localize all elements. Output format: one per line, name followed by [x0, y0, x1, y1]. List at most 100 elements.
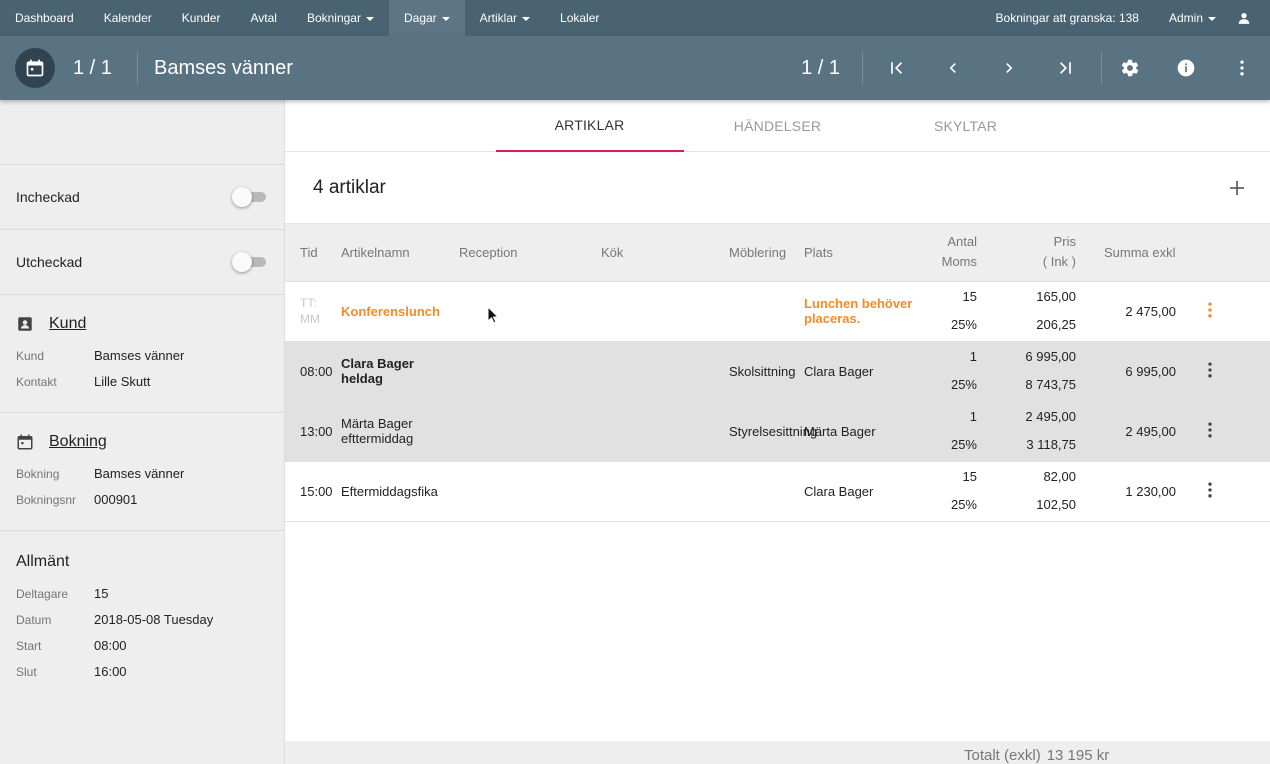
admin-menu[interactable]: Admin [1154, 0, 1231, 36]
nav-item-kalender[interactable]: Kalender [89, 0, 167, 36]
cell-reception [459, 281, 601, 341]
field-value: 2018-05-08 Tuesday [94, 612, 214, 627]
start-row: Start 08:00 [0, 633, 284, 659]
cell-moblering [729, 461, 804, 521]
col-plats: Plats [804, 244, 833, 260]
row-location: Clara Bager [804, 483, 874, 499]
cell-tid: 15:00 [285, 461, 341, 521]
cell-actions [1188, 281, 1270, 341]
field-value: Lille Skutt [94, 374, 151, 389]
more-vert-icon[interactable] [1200, 420, 1220, 440]
cell-pris: 82,00 102,50 [977, 461, 1076, 521]
customer-row: Kund Bamses vänner [0, 343, 284, 369]
time-placeholder: TT: MM [300, 296, 320, 326]
cell-pris: 165,00 206,25 [977, 281, 1076, 341]
customer-section: Kund Kund Bamses vänner Kontakt Lille Skut… [0, 295, 284, 413]
cell-kok [601, 401, 729, 461]
cell-plats: Clara Bager [804, 461, 939, 521]
nav-item-dashboard[interactable]: Dashboard [0, 0, 89, 36]
sidebar: Incheckad Utcheckad Kund Kund Bamses vänn… [0, 100, 285, 764]
col-pris-label: Pris [1053, 234, 1076, 250]
cell-moblering: Styrelsesittning [729, 423, 818, 439]
review-bookings-label: Bokningar att granska: 138 [995, 11, 1139, 25]
row-quantity: 1 [969, 349, 977, 364]
add-icon[interactable] [1229, 180, 1245, 196]
last-page-button[interactable] [1037, 36, 1093, 100]
chevron-down-icon [441, 17, 450, 21]
col-pris: Pris ( Ink ) [977, 224, 1076, 281]
cell-actions [1188, 401, 1270, 461]
row-time: 15:00 [300, 483, 333, 499]
tab-bar: ARTIKLAR HÄNDELSER SKYLTAR [285, 100, 1270, 152]
first-page-button[interactable] [869, 36, 925, 100]
cell-artikelnamn: Eftermiddagsfika [341, 461, 459, 521]
chevron-down-icon [522, 17, 531, 21]
field-label: Datum [16, 613, 52, 627]
col-kok: Kök [601, 244, 624, 260]
checked-out-toggle[interactable] [232, 252, 268, 272]
nav-item-avtal[interactable]: Avtal [235, 0, 291, 36]
nav-item-bokningar[interactable]: Bokningar [292, 0, 389, 36]
chevron-down-icon [365, 17, 374, 21]
nav-item-lokaler[interactable]: Lokaler [545, 0, 614, 36]
nav-item-kunder[interactable]: Kunder [167, 0, 236, 36]
nav-menu: Dashboard Kalender Kunder Avtal Bokningar Dag… [0, 0, 614, 36]
row-location: Clara Bager [804, 363, 874, 379]
prev-button[interactable] [925, 36, 981, 100]
review-bookings-link[interactable]: Bokningar att granska: 138 [981, 0, 1154, 36]
cell-pris: 6 995,00 8 743,75 [977, 341, 1076, 401]
table-row[interactable]: 08:00 Clara Bager heldag Skolsittning Cl… [285, 341, 1270, 401]
next-button[interactable] [981, 36, 1037, 100]
col-antal: Antal [947, 234, 977, 250]
table-row[interactable]: 13:00 Märta Bager efttermiddag Styrelses… [285, 401, 1270, 461]
row-article-name[interactable]: Clara Bager heldag [341, 356, 414, 386]
col-antal-moms: Antal Moms [939, 224, 977, 281]
checked-in-toggle[interactable] [232, 187, 268, 207]
checked-in-label: Incheckad [16, 189, 80, 205]
more-vert-icon[interactable] [1200, 300, 1220, 320]
record-counter: 1 / 1 [73, 56, 112, 79]
table-row[interactable]: 15:00 Eftermiddagsfika Clara Bager 15 25%… [285, 461, 1270, 521]
cell-summa: 2 475,00 [1076, 281, 1188, 341]
toolbar-divider [137, 52, 138, 84]
row-price-incl: 102,50 [1036, 497, 1076, 512]
row-location: Märta Bager [804, 423, 876, 439]
row-article-name[interactable]: Konferenslunch [341, 304, 440, 319]
row-article-name[interactable]: Märta Bager efttermiddag [341, 416, 413, 446]
col-moblering: Möblering [729, 244, 787, 260]
row-article-name[interactable]: Eftermiddagsfika [341, 484, 438, 499]
list-title: 4 artiklar [313, 176, 386, 198]
row-vat: 25% [950, 377, 977, 392]
calendar-icon [26, 59, 44, 77]
nav-item-dagar[interactable]: Dagar [388, 0, 465, 36]
sidebar-top-spacer [0, 100, 284, 165]
cell-kok [601, 281, 729, 341]
end-row: Slut 16:00 [0, 659, 284, 685]
tab-artiklar[interactable]: ARTIKLAR [495, 100, 684, 152]
info-button[interactable] [1158, 36, 1214, 100]
tab-handelser[interactable]: HÄNDELSER [684, 100, 872, 152]
more-vert-icon[interactable] [1200, 480, 1220, 500]
page-counter: 1 / 1 [801, 56, 840, 79]
tab-skyltar[interactable]: SKYLTAR [872, 100, 1060, 152]
info-icon [1177, 59, 1195, 77]
settings-button[interactable] [1102, 36, 1158, 100]
list-header: 4 artiklar [285, 152, 1270, 224]
total-label: Totalt (exkl) [964, 747, 1041, 764]
cell-artikelnamn: Konferenslunch [341, 281, 459, 341]
table-row[interactable]: TT: MM Konferenslunch Lunchen behöver pl… [285, 281, 1270, 341]
customer-link[interactable]: Kund [49, 315, 86, 333]
user-icon[interactable] [1237, 11, 1251, 25]
row-price-incl: 206,25 [1036, 317, 1076, 332]
customer-heading: Kund [0, 295, 284, 343]
checked-out-label: Utcheckad [16, 254, 83, 270]
nav-item-label: Kalender [103, 11, 152, 25]
table-body: TT: MM Konferenslunch Lunchen behöver pl… [285, 281, 1270, 521]
calendar-button[interactable] [15, 48, 55, 88]
nav-item-label: Dagar [403, 11, 437, 25]
row-sum: 1 230,00 [1125, 483, 1176, 499]
booking-link[interactable]: Bokning [49, 433, 107, 451]
more-vert-icon[interactable] [1200, 360, 1220, 380]
more-button[interactable] [1214, 36, 1270, 100]
nav-item-artiklar[interactable]: Artiklar [465, 0, 545, 36]
